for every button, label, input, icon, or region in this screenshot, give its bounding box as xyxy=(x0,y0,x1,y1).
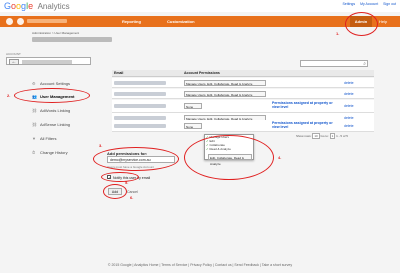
annotation-label: 1. xyxy=(336,31,340,36)
table-row: Manage Users, Edit, Collaborate, Read & … xyxy=(112,78,374,88)
permission-note: Permissions assigned at property or view… xyxy=(272,101,333,109)
filter-icon: ▼ xyxy=(32,136,36,141)
sidebar-item-account-settings[interactable]: ⚙ Account Settings xyxy=(32,81,70,86)
gear-icon: ⚙ xyxy=(32,81,36,86)
rows-per-page-select[interactable]: 10 xyxy=(312,133,320,139)
goto-page-input[interactable]: 1 xyxy=(329,133,336,139)
column-header-email[interactable]: Email xyxy=(112,70,182,77)
breadcrumb: Administration > User Management xyxy=(32,31,80,35)
tab-help[interactable]: Help xyxy=(379,19,387,24)
annotation-label: 4. xyxy=(278,155,282,160)
google-analytics-logo[interactable]: Google Analytics xyxy=(4,1,70,11)
cancel-link[interactable]: Cancel xyxy=(127,190,138,194)
email-redacted xyxy=(114,81,166,85)
email-redacted xyxy=(114,104,166,108)
pagination: Show rows: 10 Go to: 1 1 - 5 of 5 xyxy=(296,133,348,139)
email-redacted xyxy=(114,92,166,96)
account-name-redacted xyxy=(22,60,72,64)
account-name-redacted xyxy=(27,19,67,23)
main-nav: Reporting Customization Admin Help xyxy=(0,16,400,27)
permission-select[interactable]: None xyxy=(184,103,202,109)
table-row: None Permissions assigned at property or… xyxy=(112,100,374,113)
tab-customization[interactable]: Customization xyxy=(167,19,195,24)
back-arrow-icon[interactable]: ← xyxy=(9,59,19,65)
sign-out-link[interactable]: Sign out xyxy=(383,2,396,6)
sidebar-item-adsense-linking[interactable]: ⛓ AdSense Linking xyxy=(32,122,70,127)
settings-link[interactable]: Settings xyxy=(342,2,355,6)
account-label: ACCOUNT xyxy=(6,52,21,56)
sidebar-item-change-history[interactable]: ⏱ Change History xyxy=(32,150,68,155)
account-switcher-icon[interactable] xyxy=(17,18,24,25)
annotation-circle-email xyxy=(93,147,179,171)
account-selector[interactable]: ← xyxy=(6,57,91,65)
sidebar-item-all-filters[interactable]: ▼ All Filters xyxy=(32,136,56,141)
product-name: Analytics xyxy=(37,2,70,11)
annotation-label: 3. xyxy=(99,143,103,148)
delete-link[interactable]: delete xyxy=(344,104,354,108)
page-title-redacted xyxy=(32,37,112,42)
delete-link[interactable]: delete xyxy=(344,92,354,96)
annotation-circle-user-management xyxy=(14,88,90,103)
link-icon: ⛓ xyxy=(32,108,38,113)
page: Google Analytics Settings My Account Sig… xyxy=(0,0,400,273)
email-redacted xyxy=(114,124,166,128)
top-links: Settings My Account Sign out xyxy=(338,2,396,6)
top-bar: Google Analytics Settings My Account Sig… xyxy=(0,0,400,12)
column-header-account-permissions: Account Permissions xyxy=(182,70,374,77)
search-icon: ⌕ xyxy=(363,61,366,67)
tab-reporting[interactable]: Reporting xyxy=(122,19,141,24)
permission-select[interactable]: Manage Users, Edit, Collaborate, Read & … xyxy=(184,91,266,97)
delete-link[interactable]: delete xyxy=(344,81,354,85)
search-input[interactable]: ⌕ xyxy=(300,60,368,67)
table-row: None Permissions assigned at property or… xyxy=(112,120,374,132)
annotation-circle-permissions xyxy=(184,135,274,180)
table-row: Manage Users, Edit, Collaborate, Read & … xyxy=(112,89,374,99)
annotation-circle-add xyxy=(103,184,127,199)
my-account-link[interactable]: My Account xyxy=(360,2,378,6)
delete-link[interactable]: delete xyxy=(344,124,354,128)
annotation-label: 2. xyxy=(7,93,11,98)
home-icon[interactable] xyxy=(6,18,13,25)
annotation-circle-notify xyxy=(101,172,139,182)
annotation-circle-admin xyxy=(345,12,378,36)
permission-select[interactable]: None xyxy=(184,123,202,129)
link-icon: ⛓ xyxy=(32,122,38,127)
history-icon: ⏱ xyxy=(32,150,36,155)
annotation-label: 6. xyxy=(130,195,134,200)
footer: © 2015 Google | Analytics Home | Terms o… xyxy=(107,263,293,267)
permission-select[interactable]: Manage Users, Edit, Collaborate, Read & … xyxy=(184,80,266,86)
page-range: 1 - 5 of 5 xyxy=(336,134,348,138)
annotation-label: 5. xyxy=(125,180,129,185)
sidebar-item-adwords-linking[interactable]: ⛓ AdWords Linking xyxy=(32,108,70,113)
permission-note: Permissions assigned at property or view… xyxy=(272,121,333,129)
